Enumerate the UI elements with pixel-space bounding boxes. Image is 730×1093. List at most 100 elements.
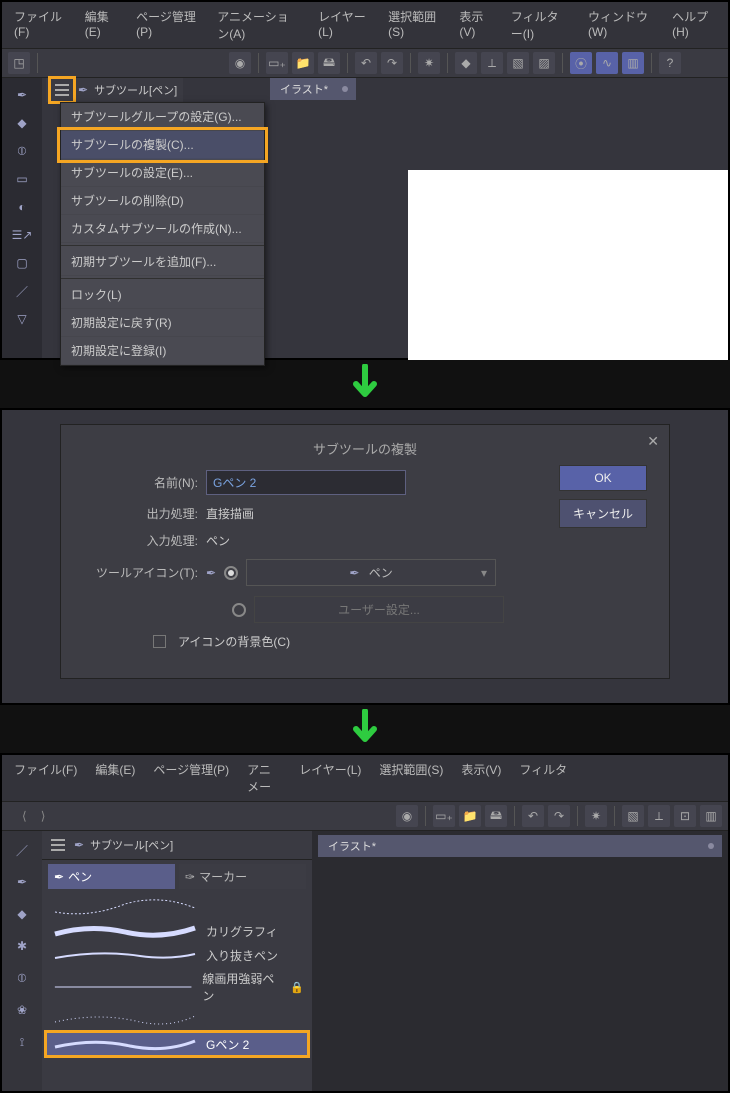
- menu-file[interactable]: ファイル(F): [6, 4, 75, 46]
- brush-row-irinuki[interactable]: 入り抜きペン: [46, 943, 308, 967]
- menu-filter[interactable]: フィルター(I): [503, 4, 578, 46]
- dotted-icon[interactable]: ⊡: [674, 805, 696, 827]
- user-setting-button[interactable]: ユーザー設定...: [254, 596, 504, 623]
- brush-row-dotted[interactable]: [46, 1007, 308, 1032]
- snap-icon[interactable]: ⦿: [570, 52, 592, 74]
- toolbar-icon[interactable]: ◳: [8, 52, 30, 74]
- misc-icon[interactable]: ▧: [507, 52, 529, 74]
- ok-button[interactable]: OK: [559, 465, 647, 491]
- menu-lock[interactable]: ロック(L): [61, 281, 264, 309]
- menu-anim[interactable]: アニメー: [239, 757, 289, 799]
- new-icon[interactable]: ▭₊: [433, 805, 455, 827]
- stamp-tool-icon[interactable]: ❀: [9, 999, 35, 1021]
- misc-icon[interactable]: ▧: [622, 805, 644, 827]
- perspective-icon[interactable]: ▥: [622, 52, 644, 74]
- subtool-menu-button[interactable]: [48, 835, 68, 855]
- misc3-icon[interactable]: ▥: [700, 805, 722, 827]
- open-icon[interactable]: 📁: [459, 805, 481, 827]
- flow-arrow: [0, 705, 730, 753]
- brush-row-calligraphy[interactable]: カリグラフィ: [46, 919, 308, 943]
- name-input[interactable]: Gペン 2: [206, 470, 406, 495]
- menu-window[interactable]: ウィンドウ(W): [580, 4, 662, 46]
- open-icon[interactable]: 📁: [292, 52, 314, 74]
- menu-select[interactable]: 選択範囲(S): [380, 4, 449, 46]
- menu-edit[interactable]: 編集(E): [77, 4, 126, 46]
- document-tab[interactable]: イラスト*: [318, 835, 722, 857]
- icon-radio-preset[interactable]: [224, 566, 238, 580]
- menu-duplicate-subtool[interactable]: サブツールの複製(C)...: [61, 131, 264, 159]
- redo-icon[interactable]: ↷: [381, 52, 403, 74]
- redo-icon[interactable]: ↷: [548, 805, 570, 827]
- brush-tool-icon[interactable]: ／: [9, 839, 35, 861]
- ruler-tool-icon[interactable]: ▽: [9, 308, 35, 330]
- grid-icon[interactable]: ∿: [596, 52, 618, 74]
- save-icon[interactable]: 🖴: [485, 805, 507, 827]
- brush-row-gpen2[interactable]: Gペン 2: [46, 1032, 308, 1056]
- menu-reset[interactable]: 初期設定に戻す(R): [61, 309, 264, 337]
- eraser-tool-icon[interactable]: ◆: [9, 903, 35, 925]
- menu-page[interactable]: ページ管理(P): [145, 757, 237, 799]
- menu-layer[interactable]: レイヤー(L): [291, 757, 369, 799]
- history-icon[interactable]: ◉: [229, 52, 251, 74]
- undo-icon[interactable]: ↶: [522, 805, 544, 827]
- brush-row-lineweight[interactable]: 線画用強弱ペン 🔒: [46, 967, 308, 1007]
- undo-icon[interactable]: ↶: [355, 52, 377, 74]
- crop-icon[interactable]: ⟂: [481, 52, 503, 74]
- menu-select[interactable]: 選択範囲(S): [371, 757, 451, 799]
- tab-pen[interactable]: ✒ ペン: [48, 864, 175, 889]
- blend-tool-icon[interactable]: ⦶: [9, 967, 35, 989]
- clear-icon[interactable]: ✷: [585, 805, 607, 827]
- fill-icon[interactable]: ◆: [455, 52, 477, 74]
- subtool-context-menu: サブツールグループの設定(G)... サブツールの複製(C)... サブツールの…: [60, 102, 265, 366]
- nav-fwd-icon[interactable]: ⟩: [41, 809, 46, 823]
- shape-tool-icon[interactable]: ▢: [9, 252, 35, 274]
- menu-delete-subtool[interactable]: サブツールの削除(D): [61, 187, 264, 215]
- pen-tool-icon[interactable]: ✒: [9, 871, 35, 893]
- pen-icon: ✒: [78, 83, 88, 97]
- misc2-icon[interactable]: ▨: [533, 52, 555, 74]
- icon-radio-user[interactable]: [232, 603, 246, 617]
- menu-filter-trunc[interactable]: フィルタ: [511, 757, 575, 799]
- close-button[interactable]: ✕: [647, 433, 659, 450]
- menu-register[interactable]: 初期設定に登録(I): [61, 337, 264, 365]
- menu-file[interactable]: ファイル(F): [6, 757, 85, 799]
- cancel-button[interactable]: キャンセル: [559, 499, 647, 528]
- icon-combo-label: ペン: [369, 566, 393, 580]
- pen-tool-icon[interactable]: ✒: [9, 84, 35, 106]
- brush-row-top[interactable]: [46, 895, 308, 919]
- help-icon[interactable]: ?: [659, 52, 681, 74]
- nav-back-icon[interactable]: ⟨: [22, 809, 27, 823]
- tab-marker[interactable]: ✑ マーカー: [179, 864, 306, 889]
- new-icon[interactable]: ▭₊: [266, 52, 288, 74]
- menu-view[interactable]: 表示(V): [453, 757, 509, 799]
- menu-group-settings[interactable]: サブツールグループの設定(G)...: [61, 103, 264, 131]
- eyedropper-tool-icon[interactable]: ⟟: [9, 1031, 35, 1053]
- icon-combo[interactable]: ✒ ペン ▾: [246, 559, 496, 586]
- clear-icon[interactable]: ✷: [418, 52, 440, 74]
- menu-custom-subtool[interactable]: カスタムサブツールの作成(N)...: [61, 215, 264, 243]
- line-tool-icon[interactable]: ／: [9, 280, 35, 302]
- bg-color-label: アイコンの背景色(C): [178, 633, 290, 650]
- menu-view[interactable]: 表示(V): [451, 4, 500, 46]
- menu-add-default[interactable]: 初期サブツールを追加(F)...: [61, 248, 264, 276]
- menu-layer[interactable]: レイヤー(L): [310, 4, 378, 46]
- history-icon[interactable]: ◉: [396, 805, 418, 827]
- spray-tool-icon[interactable]: ✱: [9, 935, 35, 957]
- save-icon[interactable]: 🖴: [318, 52, 340, 74]
- document-tab[interactable]: イラスト*: [270, 78, 356, 100]
- move-tool-icon[interactable]: ☰↗: [9, 224, 35, 246]
- menu-page[interactable]: ページ管理(P): [128, 4, 207, 46]
- crop-icon[interactable]: ⟂: [648, 805, 670, 827]
- bg-color-checkbox[interactable]: [153, 635, 166, 648]
- subtool-title: サブツール[ペン]: [90, 837, 173, 853]
- menu-edit[interactable]: 編集(E): [87, 757, 143, 799]
- menu-subtool-settings[interactable]: サブツールの設定(E)...: [61, 159, 264, 187]
- canvas[interactable]: [408, 170, 728, 360]
- menu-help[interactable]: ヘルプ(H): [664, 4, 724, 46]
- rect-tool-icon[interactable]: ▭: [9, 168, 35, 190]
- menu-anim[interactable]: アニメーション(A): [209, 4, 308, 46]
- eraser-tool-icon[interactable]: ◆: [9, 112, 35, 134]
- subtool-menu-button[interactable]: [52, 80, 72, 100]
- gradient-tool-icon[interactable]: ◐: [9, 196, 35, 218]
- blend-tool-icon[interactable]: ⦶: [9, 140, 35, 162]
